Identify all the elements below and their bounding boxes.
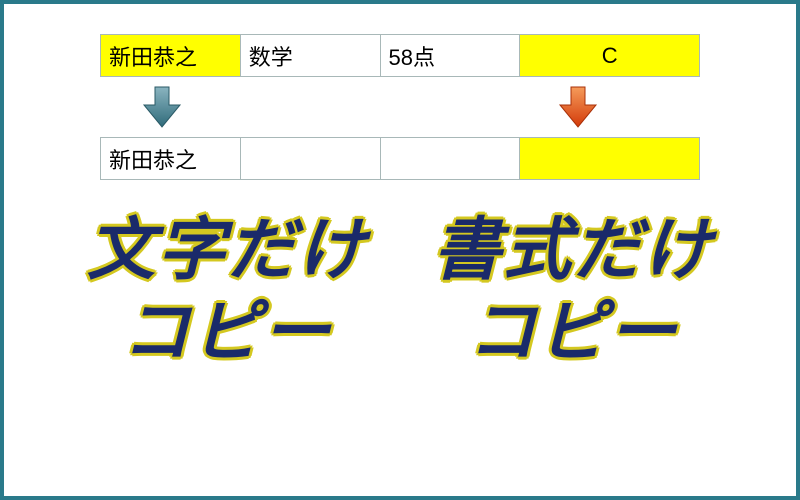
bottom-cell-name: 新田恭之: [101, 138, 241, 180]
top-table-wrap: 新田恭之 数学 58点 C: [54, 34, 746, 77]
down-arrow-left-icon: [140, 85, 184, 129]
down-arrow-right-icon: [556, 85, 600, 129]
arrow-row: [100, 85, 700, 129]
top-cell-name: 新田恭之: [101, 35, 241, 77]
caption-right: 書式だけ コピー: [433, 210, 713, 373]
top-cell-grade: C: [520, 35, 700, 77]
caption-right-line2: コピー: [433, 292, 713, 374]
bottom-cell-score: [380, 138, 520, 180]
bottom-cell-subject: [240, 138, 380, 180]
captions: 文字だけ コピー 書式だけ コピー: [54, 210, 746, 373]
top-cell-score: 58点: [380, 35, 520, 77]
top-cell-subject: 数学: [240, 35, 380, 77]
bottom-cell-grade: [520, 138, 700, 180]
bottom-table-wrap: 新田恭之: [54, 137, 746, 180]
caption-left: 文字だけ コピー: [87, 210, 367, 373]
caption-right-line1: 書式だけ: [433, 210, 713, 292]
bottom-table: 新田恭之: [100, 137, 700, 180]
top-table: 新田恭之 数学 58点 C: [100, 34, 700, 77]
caption-left-line1: 文字だけ: [87, 210, 367, 292]
caption-left-line2: コピー: [87, 292, 367, 374]
